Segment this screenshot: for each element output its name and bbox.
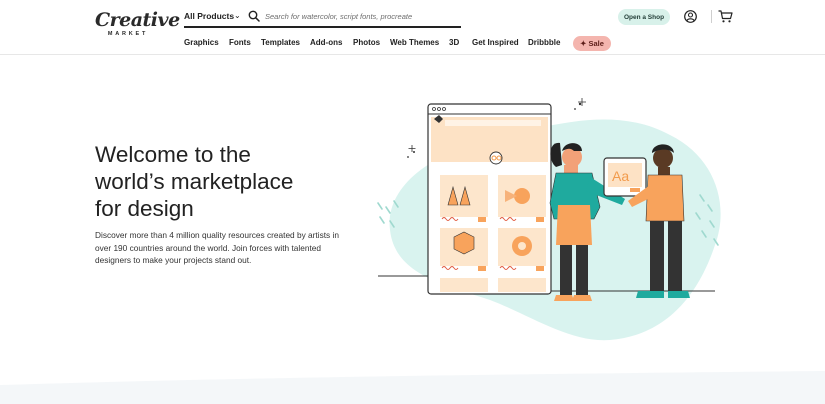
cart-icon[interactable]	[718, 10, 733, 23]
user-icon[interactable]	[684, 10, 697, 23]
search-icon[interactable]	[248, 10, 260, 22]
nav-item-dribbble[interactable]: Dribbble	[528, 38, 560, 47]
hero-illustration: Aa	[377, 98, 721, 341]
nav-item-3d[interactable]: 3D	[449, 38, 459, 47]
sale-button[interactable]: ✦ Sale	[573, 36, 611, 51]
hero-title-line-1: Welcome to the	[95, 142, 251, 167]
category-select[interactable]: All Products	[184, 11, 234, 21]
hero-description: Discover more than 4 million quality res…	[95, 230, 339, 266]
nav-item-add-ons[interactable]: Add-ons	[310, 38, 342, 47]
nav-item-photos[interactable]: Photos	[353, 38, 380, 47]
chevron-down-icon[interactable]: ⌄	[234, 11, 241, 20]
bottom-band	[0, 371, 825, 404]
nav-item-graphics[interactable]: Graphics	[184, 38, 219, 47]
hero-title-line-3: for design	[93, 196, 196, 221]
hero-title-line-2: world’s marketplace	[95, 169, 294, 194]
open-shop-button[interactable]: Open a Shop	[618, 9, 670, 25]
creative-market-logo[interactable]: Creative MARKET	[95, 9, 180, 40]
hero-title: Welcome to the world’s marketplace for d…	[93, 141, 355, 222]
nav-item-web-themes[interactable]: Web Themes	[390, 38, 439, 47]
search-input[interactable]	[265, 9, 455, 23]
site-header: Creative MARKET All Products ⌄ Open a Sh…	[0, 0, 825, 55]
logo-subtitle: MARKET	[107, 31, 149, 37]
card-aa-text: Aa	[612, 168, 629, 184]
nav-item-get-inspired[interactable]: Get Inspired	[472, 38, 519, 47]
nav-item-templates[interactable]: Templates	[261, 38, 300, 47]
logo-wordmark: Creative	[95, 9, 180, 31]
header-divider	[711, 10, 712, 23]
search-bar: All Products ⌄	[184, 8, 461, 28]
nav-item-fonts[interactable]: Fonts	[229, 38, 251, 47]
